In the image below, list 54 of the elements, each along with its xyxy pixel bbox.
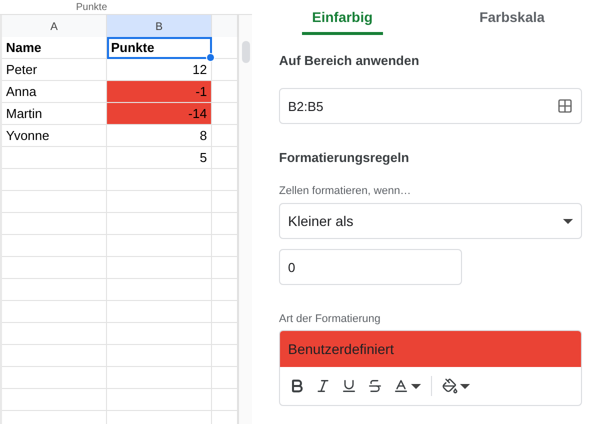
underline-icon (341, 378, 357, 394)
table-cell: Martin (2, 103, 107, 125)
table-cell (212, 279, 238, 301)
table-cell: 12 (107, 59, 212, 81)
column-header[interactable]: B (107, 15, 212, 39)
table-cell (212, 235, 238, 257)
bold-icon (289, 378, 305, 394)
grid-icon[interactable] (557, 98, 573, 114)
paint-bucket-icon (442, 378, 458, 394)
table-cell (212, 81, 238, 103)
section-heading: Auf Bereich anwenden (279, 53, 420, 68)
table-cell (212, 169, 238, 191)
table-cell (212, 37, 238, 59)
table-cell: 8 (107, 125, 212, 147)
table-cell (212, 103, 238, 125)
table-cell: Anna (2, 81, 107, 103)
table-cell (212, 345, 238, 367)
italic-icon (315, 378, 331, 394)
scrollbar-track[interactable] (238, 15, 252, 424)
table-cell (212, 389, 238, 411)
range-field[interactable]: B2:B5 (279, 88, 582, 124)
table-cell (212, 367, 238, 389)
table-cell (212, 213, 238, 235)
table-cell: -14 (107, 103, 212, 125)
table-cell (212, 147, 238, 169)
table-cell (212, 125, 238, 147)
tab[interactable]: Einfarbig (279, 0, 442, 35)
condition-dropdown[interactable]: Kleiner als (279, 203, 582, 239)
caret-icon (411, 384, 421, 388)
table-cell: 5 (107, 147, 212, 169)
field-label: Zellen formatieren, wenn… (279, 185, 412, 197)
table-cell: Punkte (107, 37, 212, 59)
field-label: Art der Formatierung (279, 313, 382, 325)
fill-handle[interactable] (206, 53, 215, 62)
caret-icon (460, 384, 470, 388)
value-field[interactable]: 0 (279, 249, 462, 285)
tab[interactable]: Farbskala (442, 0, 582, 35)
text-color-icon (393, 378, 409, 394)
table-cell (212, 323, 238, 345)
section-heading: Formatierungsregeln (279, 150, 410, 165)
table-cell: Peter (2, 59, 107, 81)
scrollbar-thumb[interactable] (242, 41, 250, 63)
table-cell (212, 257, 238, 279)
table-cell: -1 (107, 81, 212, 103)
strikethrough-icon (367, 378, 383, 394)
table-cell (212, 301, 238, 323)
table-cell (212, 191, 238, 213)
formula-value[interactable]: Punkte (76, 2, 108, 12)
caret-icon (563, 218, 573, 224)
table-cell (212, 59, 238, 81)
format-preview[interactable]: Benutzerdefiniert (280, 331, 581, 367)
column-header[interactable]: A (2, 15, 107, 39)
table-cell: Yvonne (2, 125, 107, 147)
table-cell: Name (2, 37, 107, 59)
